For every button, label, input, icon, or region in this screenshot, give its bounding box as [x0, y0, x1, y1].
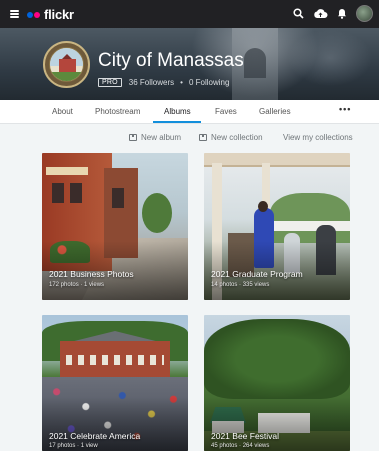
tab-galleries[interactable]: Galleries	[259, 107, 291, 116]
album-title: 2021 Graduate Program	[211, 269, 303, 279]
meta-separator: •	[180, 78, 183, 87]
new-collection-button[interactable]: New collection	[199, 133, 263, 142]
album-card[interactable]: 2021 Bee Festival 45 photos · 264 views	[204, 315, 350, 451]
album-title: 2021 Business Photos	[49, 269, 134, 279]
flickr-page: flickr City of Manassas PRO 36 Followers…	[0, 0, 379, 451]
album-card[interactable]: 2021 Celebrate America 17 photos · 1 vie…	[42, 315, 188, 451]
profile-meta: PRO 36 Followers • 0 Following	[98, 78, 229, 87]
album-actions: New album New collection View my collect…	[0, 124, 379, 150]
top-navigation-bar: flickr	[0, 0, 379, 28]
album-card[interactable]: 2021 Graduate Program 14 photos · 335 vi…	[204, 153, 350, 300]
new-album-icon	[129, 134, 137, 141]
logo-blue-dot	[27, 11, 33, 18]
followers-count[interactable]: 36 Followers	[129, 78, 174, 87]
top-icons	[293, 5, 373, 22]
profile-tabs: About Photostream Albums Faves Galleries…	[0, 100, 379, 124]
search-icon[interactable]	[293, 8, 304, 19]
menu-icon[interactable]	[10, 10, 19, 18]
notification-bell-icon[interactable]	[337, 8, 347, 19]
album-title: 2021 Celebrate America	[49, 431, 141, 441]
profile-name: City of Manassas	[98, 50, 244, 71]
view-collections-label: View my collections	[283, 133, 353, 142]
user-avatar[interactable]	[356, 5, 373, 22]
profile-avatar-seal[interactable]	[43, 41, 90, 88]
cover-photo-detail	[244, 48, 266, 78]
album-stats: 14 photos · 335 views	[211, 282, 270, 288]
flickr-logo[interactable]: flickr	[27, 7, 74, 22]
album-card[interactable]: 2021 Business Photos 172 photos · 1 view…	[42, 153, 188, 300]
new-collection-icon	[199, 134, 207, 141]
logo-pink-dot	[34, 11, 40, 18]
new-collection-label: New collection	[211, 133, 263, 142]
more-options-icon[interactable]: •••	[339, 104, 351, 114]
seal-emblem	[49, 47, 84, 82]
album-stats: 45 photos · 264 views	[211, 443, 270, 449]
profile-cover: City of Manassas PRO 36 Followers • 0 Fo…	[0, 28, 379, 100]
upload-cloud-icon[interactable]	[313, 8, 328, 19]
following-count[interactable]: 0 Following	[189, 78, 229, 87]
new-album-label: New album	[141, 133, 182, 142]
new-album-button[interactable]: New album	[129, 133, 181, 142]
album-stats: 17 photos · 1 view	[49, 443, 98, 449]
active-tab-indicator	[153, 121, 201, 123]
logo-text: flickr	[44, 7, 74, 22]
tab-photostream[interactable]: Photostream	[95, 107, 140, 116]
tab-albums[interactable]: Albums	[164, 107, 191, 116]
tab-about[interactable]: About	[52, 107, 73, 116]
album-stats: 172 photos · 1 views	[49, 282, 105, 288]
tab-faves[interactable]: Faves	[215, 107, 237, 116]
view-collections-link[interactable]: View my collections	[283, 133, 353, 142]
album-title: 2021 Bee Festival	[211, 431, 280, 441]
pro-badge: PRO	[98, 78, 122, 87]
